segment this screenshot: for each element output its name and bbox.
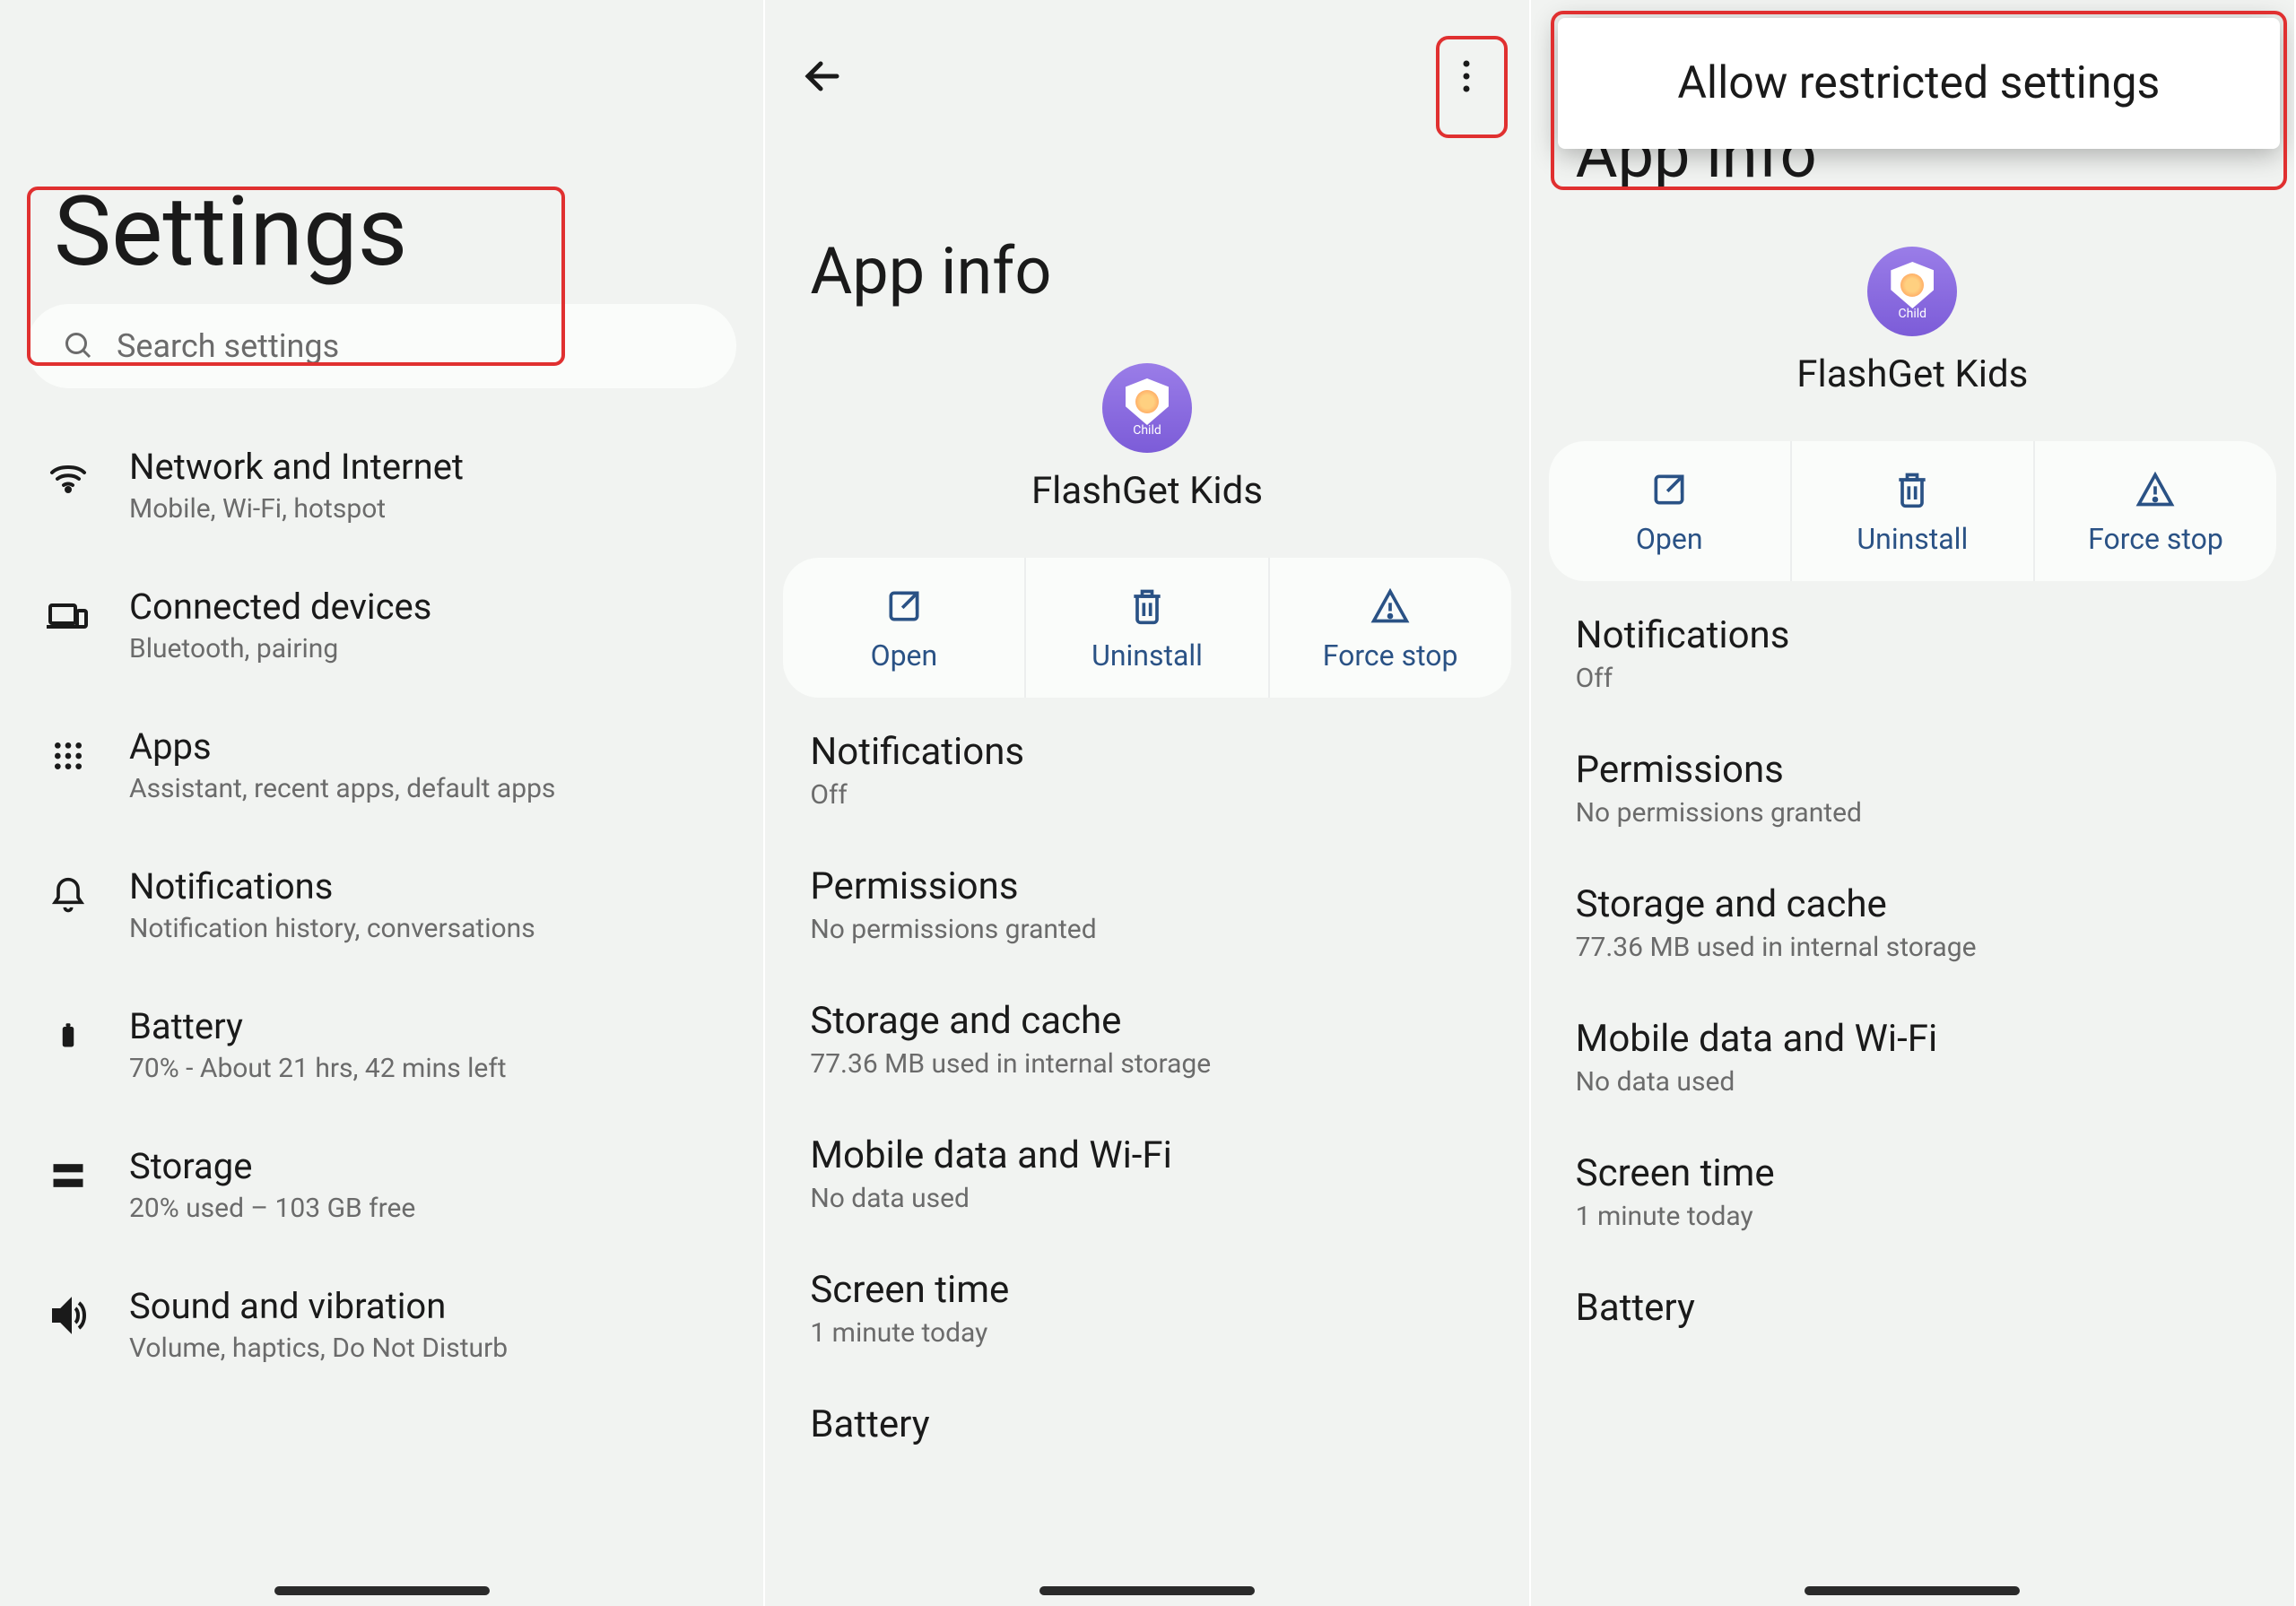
app-name: FlashGet Kids bbox=[765, 469, 1528, 513]
nav-handle[interactable] bbox=[1039, 1586, 1255, 1595]
open-button[interactable]: Open bbox=[783, 558, 1026, 698]
info-permissions[interactable]: Permissions No permissions granted bbox=[1576, 719, 2249, 854]
settings-list: Network and Internet Mobile, Wi-Fi, hots… bbox=[0, 388, 763, 1394]
app-icon: Child bbox=[1102, 363, 1192, 453]
app-name: FlashGet Kids bbox=[1531, 352, 2294, 396]
settings-item-apps[interactable]: Apps Assistant, recent apps, default app… bbox=[43, 695, 736, 835]
back-button[interactable] bbox=[801, 55, 844, 98]
battery-icon bbox=[43, 1011, 93, 1061]
app-icon: Child bbox=[1867, 247, 1957, 336]
appinfo-panel-menu: App info Child FlashGet Kids Open Uninst… bbox=[765, 0, 1530, 1606]
uninstall-button[interactable]: Uninstall bbox=[1792, 441, 2035, 581]
open-button[interactable]: Open bbox=[1549, 441, 1792, 581]
app-header: Child FlashGet Kids bbox=[765, 363, 1528, 513]
info-battery[interactable]: Battery bbox=[810, 1374, 1483, 1471]
appinfo-title: App info bbox=[765, 117, 1528, 309]
settings-panel: Settings Search settings Network and Int… bbox=[0, 0, 765, 1606]
overflow-menu: Allow restricted settings bbox=[1558, 18, 2280, 149]
info-screentime[interactable]: Screen time 1 minute today bbox=[810, 1239, 1483, 1374]
forcestop-button[interactable]: Force stop bbox=[1270, 558, 1511, 698]
wifi-icon bbox=[43, 451, 93, 501]
settings-item-storage[interactable]: Storage 20% used – 103 GB free bbox=[43, 1115, 736, 1254]
action-row: Open Uninstall Force stop bbox=[1549, 441, 2276, 581]
uninstall-button[interactable]: Uninstall bbox=[1026, 558, 1269, 698]
devices-icon bbox=[43, 591, 93, 641]
appinfo-panel-popup: Allow restricted settings App info Child… bbox=[1531, 0, 2296, 1606]
bell-icon bbox=[43, 871, 93, 921]
info-permissions[interactable]: Permissions No permissions granted bbox=[810, 836, 1483, 970]
info-data[interactable]: Mobile data and Wi-Fi No data used bbox=[810, 1105, 1483, 1239]
app-header: Child FlashGet Kids bbox=[1531, 247, 2294, 396]
apps-icon bbox=[43, 731, 93, 781]
settings-item-battery[interactable]: Battery 70% - About 21 hrs, 42 mins left bbox=[43, 975, 736, 1115]
search-icon bbox=[63, 330, 95, 362]
search-placeholder: Search settings bbox=[117, 327, 339, 365]
settings-item-notifications[interactable]: Notifications Notification history, conv… bbox=[43, 835, 736, 975]
info-list: Notifications Off Permissions No permiss… bbox=[765, 698, 1528, 1471]
settings-item-network[interactable]: Network and Internet Mobile, Wi-Fi, hots… bbox=[43, 415, 736, 555]
info-battery[interactable]: Battery bbox=[1576, 1257, 2249, 1355]
nav-handle[interactable] bbox=[274, 1586, 490, 1595]
info-storage[interactable]: Storage and cache 77.36 MB used in inter… bbox=[810, 970, 1483, 1105]
settings-item-sound[interactable]: Sound and vibration Volume, haptics, Do … bbox=[43, 1254, 736, 1394]
info-screentime[interactable]: Screen time 1 minute today bbox=[1576, 1123, 2249, 1257]
nav-handle[interactable] bbox=[1805, 1586, 2020, 1595]
search-settings[interactable]: Search settings bbox=[27, 304, 736, 388]
info-data[interactable]: Mobile data and Wi-Fi No data used bbox=[1576, 988, 2249, 1123]
settings-item-connected-devices[interactable]: Connected devices Bluetooth, pairing bbox=[43, 555, 736, 695]
settings-title: Settings bbox=[0, 0, 763, 286]
storage-icon bbox=[43, 1150, 93, 1201]
action-row: Open Uninstall Force stop bbox=[783, 558, 1510, 698]
info-notifications[interactable]: Notifications Off bbox=[1576, 585, 2249, 719]
forcestop-button[interactable]: Force stop bbox=[2035, 441, 2276, 581]
more-menu-button[interactable] bbox=[1439, 31, 1493, 121]
info-storage[interactable]: Storage and cache 77.36 MB used in inter… bbox=[1576, 854, 2249, 988]
volume-icon bbox=[43, 1290, 93, 1341]
info-notifications[interactable]: Notifications Off bbox=[810, 701, 1483, 836]
allow-restricted-settings[interactable]: Allow restricted settings bbox=[1603, 57, 2235, 109]
info-list: Notifications Off Permissions No permiss… bbox=[1531, 581, 2294, 1355]
